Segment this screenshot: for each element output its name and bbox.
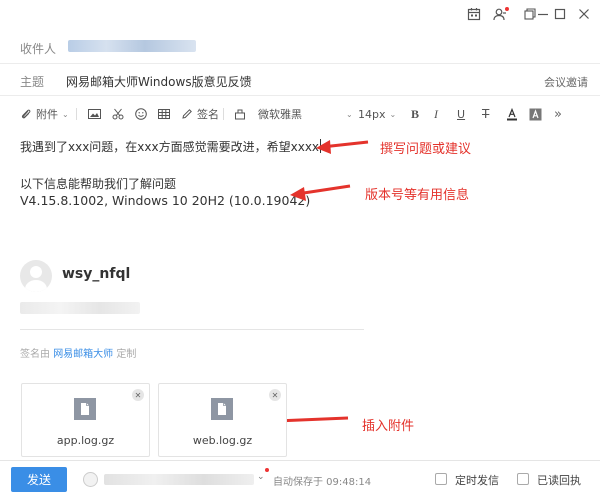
meeting-invite-link[interactable]: 会议邀请 xyxy=(544,74,588,90)
signature-credit: 签名由 网易邮箱大师 定制 xyxy=(20,345,136,360)
subject-input[interactable]: 网易邮箱大师Windows版意见反馈 xyxy=(66,73,252,90)
arrow-write-issue xyxy=(316,140,369,154)
signature-button[interactable]: 签名 xyxy=(181,103,219,125)
italic-button[interactable]: I xyxy=(434,103,438,125)
chevron-down-icon[interactable]: ⌄ xyxy=(257,472,265,482)
font-size-value: 14px xyxy=(358,107,386,121)
bottom-bar: 发送 ⌄ 自动保存于 09:48:14 定时发信 已读回执 xyxy=(0,460,600,497)
title-bar xyxy=(0,0,600,28)
body-line-1-text: 我遇到了xxx问题，在xxx方面感觉需要改进，希望xxxx xyxy=(20,140,320,154)
notification-dot xyxy=(505,7,509,11)
scissors-button[interactable] xyxy=(112,103,124,125)
table-button[interactable] xyxy=(158,103,170,125)
toolbar-separator xyxy=(223,108,224,120)
remove-attachment-icon[interactable]: ✕ xyxy=(269,389,281,401)
font-family-select[interactable]: 微软雅黑 ⌄ xyxy=(258,103,353,125)
read-receipt-label: 已读回执 xyxy=(537,474,581,487)
maximize-icon[interactable] xyxy=(550,4,570,24)
scissors-icon xyxy=(112,108,124,120)
toolbar-separator xyxy=(76,108,77,120)
subject-label: 主题 xyxy=(20,75,45,89)
strikethrough-button[interactable]: T xyxy=(482,103,489,125)
image-button[interactable] xyxy=(88,103,101,125)
recipient-label: 收件人 xyxy=(20,42,57,56)
font-color-button[interactable] xyxy=(506,103,518,125)
autosave-status: 自动保存于 09:48:14 xyxy=(273,477,372,488)
send-button[interactable]: 发送 xyxy=(11,467,67,492)
format-brush-icon xyxy=(235,109,245,120)
signature-credit-suffix: 定制 xyxy=(116,349,137,360)
attachment-label: 附件 xyxy=(36,108,58,121)
font-color-icon xyxy=(507,107,517,120)
signature-label: 签名 xyxy=(197,108,219,121)
signature-name: wsy_nfql xyxy=(62,266,131,282)
recipient-divider xyxy=(0,63,600,64)
body-line-1: 我遇到了xxx问题，在xxx方面感觉需要改进，希望xxxx xyxy=(20,138,322,155)
sender-account-redacted[interactable] xyxy=(104,474,254,485)
font-size-select[interactable]: 14px ⌄ xyxy=(358,103,396,125)
table-icon xyxy=(158,109,170,119)
attachment-button[interactable]: 附件 ⌄ xyxy=(20,103,69,125)
file-icon xyxy=(211,398,233,420)
attachment-name: web.log.gz xyxy=(192,434,253,447)
annotation-insert-attachment: 插入附件 xyxy=(362,419,415,434)
paperclip-icon xyxy=(21,109,31,119)
attachment-card[interactable]: app.log.gz ✕ xyxy=(21,383,150,457)
more-tools-icon[interactable]: » xyxy=(554,103,562,125)
contacts-icon[interactable] xyxy=(490,4,510,24)
format-toolbar: 附件 ⌄ 签名 微软雅黑 ⌄ 14px ⌄ B I U T » xyxy=(0,103,600,125)
chevron-down-icon: ⌄ xyxy=(62,109,69,119)
emoji-button[interactable] xyxy=(135,103,147,125)
text-caret xyxy=(320,139,322,153)
recipient-address-redacted[interactable] xyxy=(68,40,196,52)
annotation-version-info: 版本号等有用信息 xyxy=(365,188,470,203)
calendar-icon[interactable] xyxy=(464,4,484,24)
body-line-2: 以下信息能帮助我们了解问题 xyxy=(20,177,177,191)
chevron-down-icon: ⌄ xyxy=(346,109,353,119)
read-receipt-checkbox[interactable] xyxy=(517,473,529,485)
bold-button[interactable]: B xyxy=(411,103,419,125)
close-icon[interactable] xyxy=(574,4,594,24)
image-icon xyxy=(88,109,101,119)
notification-dot xyxy=(265,468,269,472)
highlight-button[interactable] xyxy=(529,103,542,125)
file-icon xyxy=(74,398,96,420)
body-line-3: V4.15.8.1002, Windows 10 20H2 (10.0.1904… xyxy=(20,193,311,208)
emoji-icon xyxy=(135,108,147,120)
signature-app-link[interactable]: 网易邮箱大师 xyxy=(53,349,113,360)
font-family-value: 微软雅黑 xyxy=(258,108,302,121)
scheduled-send-label: 定时发信 xyxy=(455,474,499,487)
subject-divider xyxy=(0,95,600,96)
signature-divider xyxy=(20,329,364,330)
sender-avatar xyxy=(83,472,98,487)
annotation-write-issue: 撰写问题或建议 xyxy=(380,142,472,157)
attachment-name: app.log.gz xyxy=(56,434,115,447)
attachment-card[interactable]: web.log.gz ✕ xyxy=(158,383,287,457)
pen-icon xyxy=(182,109,192,119)
underline-button[interactable]: U xyxy=(457,103,465,125)
avatar xyxy=(20,260,52,292)
scheduled-send-checkbox[interactable] xyxy=(435,473,447,485)
format-brush-button[interactable] xyxy=(234,103,246,125)
highlight-icon xyxy=(529,108,542,120)
signature-credit-prefix: 签名由 xyxy=(20,349,50,360)
chevron-down-icon: ⌄ xyxy=(389,109,397,119)
signature-info-redacted xyxy=(20,302,140,314)
remove-attachment-icon[interactable]: ✕ xyxy=(132,389,144,401)
